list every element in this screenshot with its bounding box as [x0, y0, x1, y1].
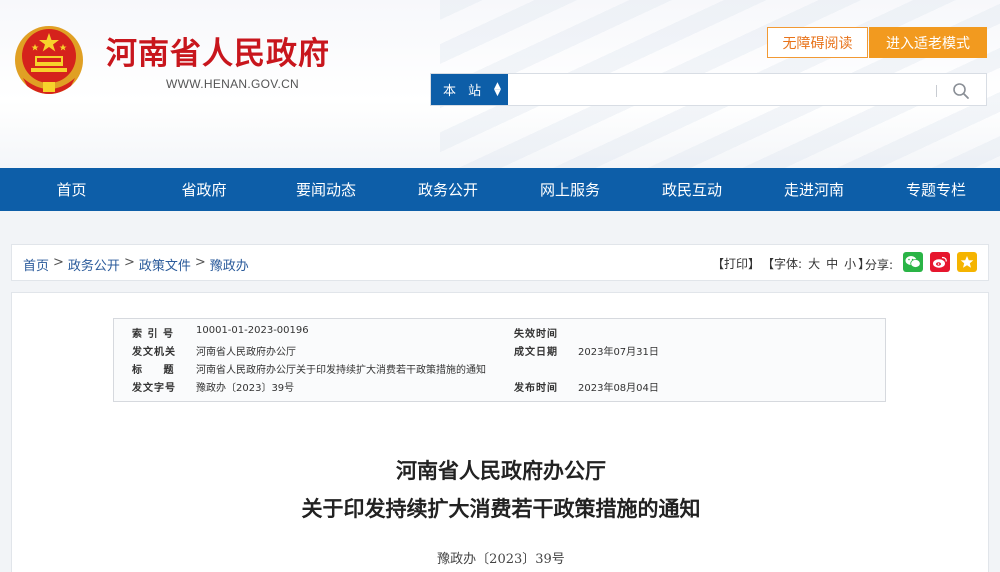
document-title-line1: 河南省人民政府办公厅 — [396, 458, 606, 483]
main-nav: 首页 省政府 要闻动态 政务公开 网上服务 政民互动 走进河南 专题专栏 — [0, 168, 1000, 211]
meta-doc-no-value: 豫政办〔2023〕39号 — [196, 383, 295, 394]
national-emblem-icon[interactable] — [13, 20, 85, 96]
favorite-share-button[interactable] — [957, 252, 977, 272]
meta-doc-no-label: 发文字号 — [132, 383, 176, 394]
breadcrumb-item-government-affairs[interactable]: 政务公开 — [68, 255, 120, 274]
search-icon[interactable] — [951, 81, 971, 101]
page-tools: 【打印】 【字体: 大 中 小 】 — [712, 255, 870, 272]
search-scope-select[interactable]: 本 站 ▲ ▼ — [431, 74, 508, 105]
document-metadata-table: 索 引 号 10001-01-2023-00196 失效时间 发文机关 河南省人… — [113, 318, 886, 402]
meta-publish-value: 2023年08月04日 — [578, 383, 659, 394]
breadcrumb-item-policy-files[interactable]: 政策文件 — [139, 255, 191, 274]
weibo-icon — [933, 256, 947, 268]
article-panel: 索 引 号 10001-01-2023-00196 失效时间 发文机关 河南省人… — [11, 292, 989, 572]
site-url: WWW.HENAN.GOV.CN — [166, 77, 300, 91]
share-label: 分享: — [865, 258, 894, 272]
nav-item-online-services[interactable]: 网上服务 — [509, 168, 631, 211]
document-number: 豫政办〔2023〕39号 — [437, 552, 565, 567]
accessibility-reading-button[interactable]: 无障碍阅读 — [767, 27, 868, 58]
nav-item-news[interactable]: 要闻动态 — [265, 168, 387, 211]
breadcrumb-separator: > — [194, 255, 206, 270]
breadcrumb-bar: 首页 > 政务公开 > 政策文件 > 豫政办 【打印】 【字体: 大 中 小 】… — [11, 244, 989, 281]
meta-title-label: 标 题 — [132, 365, 183, 376]
search-input[interactable] — [511, 76, 921, 103]
caret-updown-icon: ▲ ▼ — [494, 81, 501, 98]
meta-row: 发文字号 豫政办〔2023〕39号 发布时间 2023年08月04日 — [114, 379, 885, 397]
breadcrumb-item-yuzhengban[interactable]: 豫政办 — [210, 255, 249, 274]
star-icon — [960, 256, 974, 268]
print-button[interactable]: 【打印】 — [712, 255, 760, 272]
search-scope-label: 本 站 — [443, 84, 486, 99]
breadcrumb-separator: > — [53, 255, 64, 270]
site-header: 河南省人民政府 WWW.HENAN.GOV.CN 无障碍阅读 进入适老模式 本 … — [0, 0, 1000, 168]
breadcrumb: 首页 > 政务公开 > 政策文件 > 豫政办 — [23, 255, 249, 274]
nav-item-special-topics[interactable]: 专题专栏 — [875, 168, 997, 211]
meta-issuer-value: 河南省人民政府办公厅 — [196, 347, 296, 358]
search-box: 本 站 ▲ ▼ — [430, 73, 987, 106]
elder-mode-button[interactable]: 进入适老模式 — [869, 27, 987, 58]
meta-publish-label: 发布时间 — [514, 383, 558, 394]
meta-index-label: 索 引 号 — [132, 329, 174, 340]
meta-written-value: 2023年07月31日 — [578, 347, 659, 358]
breadcrumb-item-home[interactable]: 首页 — [23, 255, 49, 274]
document-title-line2: 关于印发持续扩大消费若干政策措施的通知 — [301, 496, 701, 521]
breadcrumb-separator: > — [123, 255, 135, 270]
font-large-button[interactable]: 大 — [808, 255, 820, 272]
font-medium-button[interactable]: 中 — [826, 255, 838, 272]
meta-expire-label: 失效时间 — [514, 329, 558, 340]
meta-row: 发文机关 河南省人民政府办公厅 成文日期 2023年07月31日 — [114, 343, 885, 361]
nav-item-interaction[interactable]: 政民互动 — [631, 168, 753, 211]
meta-row: 标 题 河南省人民政府办公厅关于印发持续扩大消费若干政策措施的通知 — [114, 361, 885, 379]
search-divider — [936, 85, 937, 97]
nav-item-provincial-government[interactable]: 省政府 — [143, 168, 265, 211]
weibo-share-button[interactable] — [930, 252, 950, 272]
meta-index-value: 10001-01-2023-00196 — [196, 325, 309, 336]
meta-title-value: 河南省人民政府办公厅关于印发持续扩大消费若干政策措施的通知 — [196, 365, 486, 376]
font-size-label: 【字体: — [762, 257, 803, 271]
meta-written-label: 成文日期 — [514, 347, 558, 358]
wechat-share-button[interactable] — [903, 252, 923, 272]
meta-row: 索 引 号 10001-01-2023-00196 失效时间 — [114, 325, 885, 343]
nav-item-government-affairs[interactable]: 政务公开 — [387, 168, 509, 211]
wechat-icon — [905, 256, 921, 268]
nav-item-home[interactable]: 首页 — [0, 168, 143, 211]
meta-issuer-label: 发文机关 — [132, 347, 176, 358]
nav-item-about-henan[interactable]: 走进河南 — [753, 168, 875, 211]
font-small-button[interactable]: 小 — [844, 255, 856, 272]
site-title[interactable]: 河南省人民政府 — [106, 28, 330, 73]
